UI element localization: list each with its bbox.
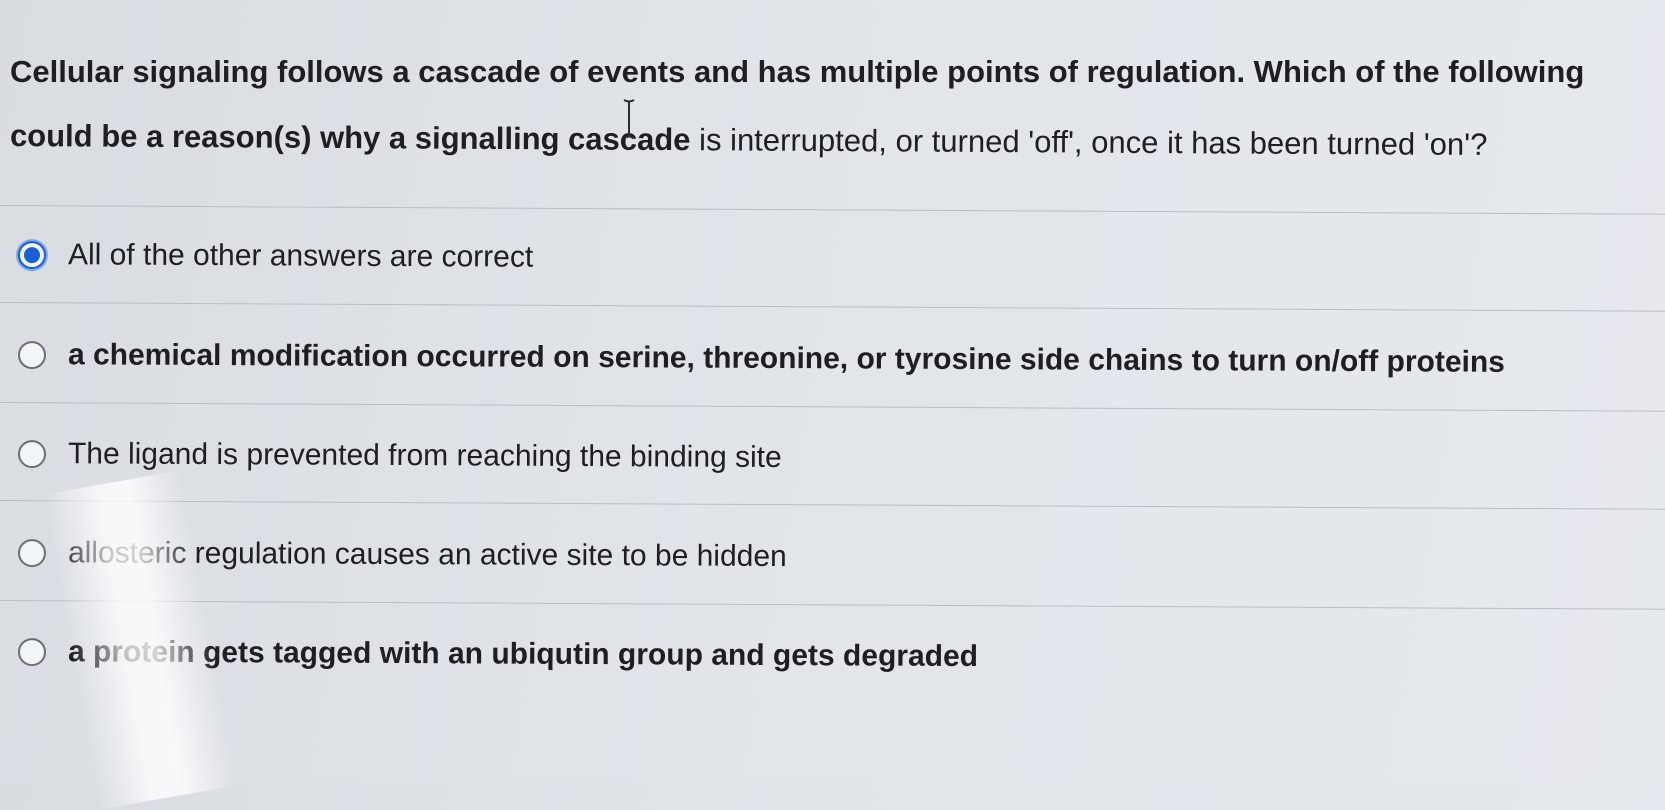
answer-option-allosteric-regulation[interactable]: allosteric regulation causes an active s…	[17, 531, 787, 579]
question-text: Cellular signaling follows a cascade of …	[10, 40, 1650, 168]
question-line-1: Cellular signaling follows a cascade of …	[10, 40, 1650, 104]
question-line-2: could be a reason(s) why a signalling ca…	[10, 104, 1650, 178]
answer-option-label: a chemical modification occurred on seri…	[67, 338, 1505, 379]
answer-option-label: allosteric regulation causes an active s…	[67, 536, 787, 574]
answer-option-ligand-prevented[interactable]: The ligand is prevented from reaching th…	[17, 432, 782, 480]
radio-button[interactable]	[17, 341, 47, 370]
divider	[0, 205, 1665, 215]
radio-button[interactable]	[17, 440, 47, 469]
radio-button[interactable]	[17, 539, 47, 568]
answer-option-ubiquitin-tag[interactable]: a protein gets tagged with an ubiqutin g…	[17, 630, 979, 679]
answer-option-label: a protein gets tagged with an ubiqutin g…	[67, 635, 979, 674]
divider	[0, 600, 1665, 610]
question-line-2-bold-text: could be a reason(s) why a signalling ca…	[9, 118, 691, 158]
answer-option-label: All of the other answers are correct	[67, 238, 534, 274]
radio-button-selected[interactable]	[17, 241, 47, 270]
answer-option-chemical-modification[interactable]: a chemical modification occurred on seri…	[17, 333, 1505, 385]
question-line-1-text: Cellular signaling follows a cascade of …	[10, 54, 1585, 89]
radio-button[interactable]	[17, 638, 47, 667]
divider	[0, 500, 1665, 510]
answer-option-label: The ligand is prevented from reaching th…	[67, 437, 782, 474]
divider	[0, 402, 1665, 412]
divider	[0, 302, 1665, 312]
question-line-2-normal-text: is interrupted, or turned 'off', once it…	[690, 122, 1488, 163]
answer-option-all-correct[interactable]: All of the other answers are correct	[17, 233, 534, 280]
